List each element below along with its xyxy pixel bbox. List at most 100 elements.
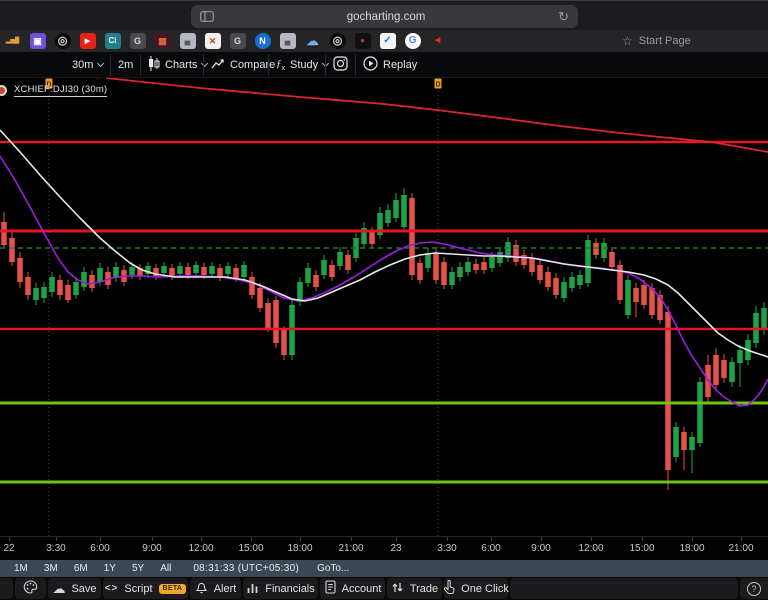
youtube-glyph: ▶ xyxy=(79,33,96,49)
axis-tick xyxy=(541,537,542,541)
theme-button[interactable] xyxy=(15,578,46,599)
axis-tick xyxy=(692,537,693,541)
time-axis-label: 22 xyxy=(3,543,15,554)
help-button[interactable]: ? xyxy=(740,578,768,599)
range-button-5y[interactable]: 5Y xyxy=(124,563,152,574)
time-axis-label: 21:00 xyxy=(728,543,754,554)
timeframe-dropdown[interactable]: 30m xyxy=(72,52,105,78)
range-button-1m[interactable]: 1M xyxy=(6,563,36,574)
time-axis-label: 21:00 xyxy=(338,543,364,554)
check-app-bookmark-icon[interactable]: ✓ xyxy=(375,30,400,52)
account-button[interactable]: Account xyxy=(320,578,385,599)
time-axis-label: 12:00 xyxy=(188,543,214,554)
range-button-all[interactable]: All xyxy=(152,563,179,574)
time-axis-label: 12:00 xyxy=(578,543,604,554)
ci-app-glyph: Ci xyxy=(104,33,121,49)
alert-button[interactable]: Alert xyxy=(190,578,241,599)
analytics-glyph: ▂▅█ xyxy=(5,38,20,44)
cloud-app-glyph: ☁ xyxy=(306,34,319,48)
time-axis-label: 6:00 xyxy=(481,543,501,554)
goto-button[interactable]: GoTo... xyxy=(317,563,349,574)
cloud-app-bookmark-icon[interactable]: ☁ xyxy=(300,30,325,52)
edge-tile[interactable] xyxy=(0,578,13,599)
study-dropdown[interactable]: ƒx Study xyxy=(276,52,330,78)
google-bookmark-icon[interactable]: G xyxy=(400,30,425,52)
chevron-down-icon xyxy=(97,59,105,68)
cloud-icon: ☁ xyxy=(52,581,66,596)
start-page-label[interactable]: ☆ Start Page xyxy=(622,30,691,52)
time-axis-label: 3:30 xyxy=(46,543,66,554)
up-down-arrows-icon xyxy=(391,581,404,597)
youtube-bookmark-icon[interactable]: ▶ xyxy=(75,30,100,52)
g-app-2-glyph: G xyxy=(229,33,246,49)
axis-tick xyxy=(56,537,57,541)
play-icon xyxy=(363,56,378,74)
divider xyxy=(325,54,326,76)
replay-button[interactable]: Replay xyxy=(363,52,417,78)
toolbar-spacer[interactable] xyxy=(510,578,738,599)
axis-tick xyxy=(396,537,397,541)
one-click-button[interactable]: One Click xyxy=(443,578,509,599)
bookmarks-bar: ▂▅█ ▣ ◎ ▶ Ci G ▦ ▄ ✕ G N ▄ ☁ ◎ ● ✓ G ◄ ☆ Start Page xyxy=(0,30,768,52)
financials-button[interactable]: Financials xyxy=(243,578,318,599)
time-axis-label: 9:00 xyxy=(531,543,551,554)
axis-tick xyxy=(642,537,643,541)
divider xyxy=(203,54,204,76)
save-button[interactable]: ☁ Save xyxy=(48,578,101,599)
axis-tick xyxy=(591,537,592,541)
google-glyph: G xyxy=(404,33,421,49)
bottom-toolbar: ☁ Save <> Script BETA Alert Financials A… xyxy=(0,577,768,600)
star-icon: ☆ xyxy=(622,34,633,48)
range-button-6m[interactable]: 6M xyxy=(66,563,96,574)
time-axis[interactable]: 22 3:30 6:00 9:00 12:00 15:00 18:00 21:00 23 3:30… xyxy=(0,536,768,560)
clock-label: 08:31:33 (UTC+05:30) xyxy=(193,563,300,574)
sidebar-icon[interactable] xyxy=(200,11,214,22)
range-bar: 1M 3M 6M 1Y 5Y All 08:31:33 (UTC+05:30) GoTo.… xyxy=(0,560,768,577)
palette-icon xyxy=(23,580,38,597)
rail-glyph: ✕ xyxy=(204,33,221,49)
axis-tick xyxy=(201,537,202,541)
lens-b-bookmark-icon[interactable]: ◎ xyxy=(325,30,350,52)
help-icon: ? xyxy=(747,581,761,596)
axis-tick xyxy=(251,537,252,541)
browser-window: gocharting.com ↻ ▂▅█ ▣ ◎ ▶ Ci G ▦ ▄ ✕ G N ▄ ☁ ◎ ● ✓ G ◄ ☆… xyxy=(0,0,768,600)
range-button-1y[interactable]: 1Y xyxy=(96,563,124,574)
trade-button[interactable]: Trade xyxy=(387,578,442,599)
chart-area[interactable]: DD XCHIEF:DJI30 (30m) xyxy=(0,77,768,536)
g-app-1-bookmark-icon[interactable]: G xyxy=(125,30,150,52)
analytics-bookmark-icon[interactable]: ▂▅█ xyxy=(0,30,25,52)
timeframe-2m[interactable]: 2m xyxy=(118,52,133,78)
n-app-bookmark-icon[interactable]: N xyxy=(250,30,275,52)
pixel-app-bookmark-icon[interactable]: ▦ xyxy=(150,30,175,52)
url-text[interactable]: gocharting.com xyxy=(214,11,558,23)
address-bar[interactable]: gocharting.com ↻ xyxy=(191,5,578,28)
bar-chart-icon xyxy=(246,581,259,597)
symbol-label[interactable]: XCHIEF:DJI30 (30m) xyxy=(14,84,108,97)
time-axis-label: 18:00 xyxy=(679,543,705,554)
candlestick-chart[interactable]: DD xyxy=(0,77,768,536)
charts-dropdown[interactable]: Charts xyxy=(148,52,209,78)
record-app-glyph: ● xyxy=(354,33,371,49)
g-app-2-bookmark-icon[interactable]: G xyxy=(225,30,250,52)
ci-app-bookmark-icon[interactable]: Ci xyxy=(100,30,125,52)
red-arrow-glyph: ◄ xyxy=(432,35,443,46)
axis-tick xyxy=(9,537,10,541)
fx-icon: ƒx xyxy=(276,57,285,73)
compare-button[interactable]: Compare xyxy=(211,52,275,78)
range-button-3m[interactable]: 3M xyxy=(36,563,66,574)
symbol-logo-icon xyxy=(0,84,7,96)
pixel-app-glyph: ▦ xyxy=(154,33,171,49)
record-app-bookmark-icon[interactable]: ● xyxy=(350,30,375,52)
red-arrow-bookmark-icon[interactable]: ◄ xyxy=(425,30,450,52)
axis-tick xyxy=(300,537,301,541)
car-2-bookmark-icon[interactable]: ▄ xyxy=(275,30,300,52)
rail-bookmark-icon[interactable]: ✕ xyxy=(200,30,225,52)
snapshot-button[interactable] xyxy=(333,52,348,78)
bookmarks-list: ▂▅█ ▣ ◎ ▶ Ci G ▦ ▄ ✕ G N ▄ ☁ ◎ ● ✓ G ◄ xyxy=(0,30,450,52)
car-2-glyph: ▄ xyxy=(279,33,296,49)
reload-icon[interactable]: ↻ xyxy=(558,10,569,23)
script-button[interactable]: <> Script BETA xyxy=(103,578,188,599)
lens-a-bookmark-icon[interactable]: ◎ xyxy=(50,30,75,52)
purple-app-bookmark-icon[interactable]: ▣ xyxy=(25,30,50,52)
car-1-bookmark-icon[interactable]: ▄ xyxy=(175,30,200,52)
